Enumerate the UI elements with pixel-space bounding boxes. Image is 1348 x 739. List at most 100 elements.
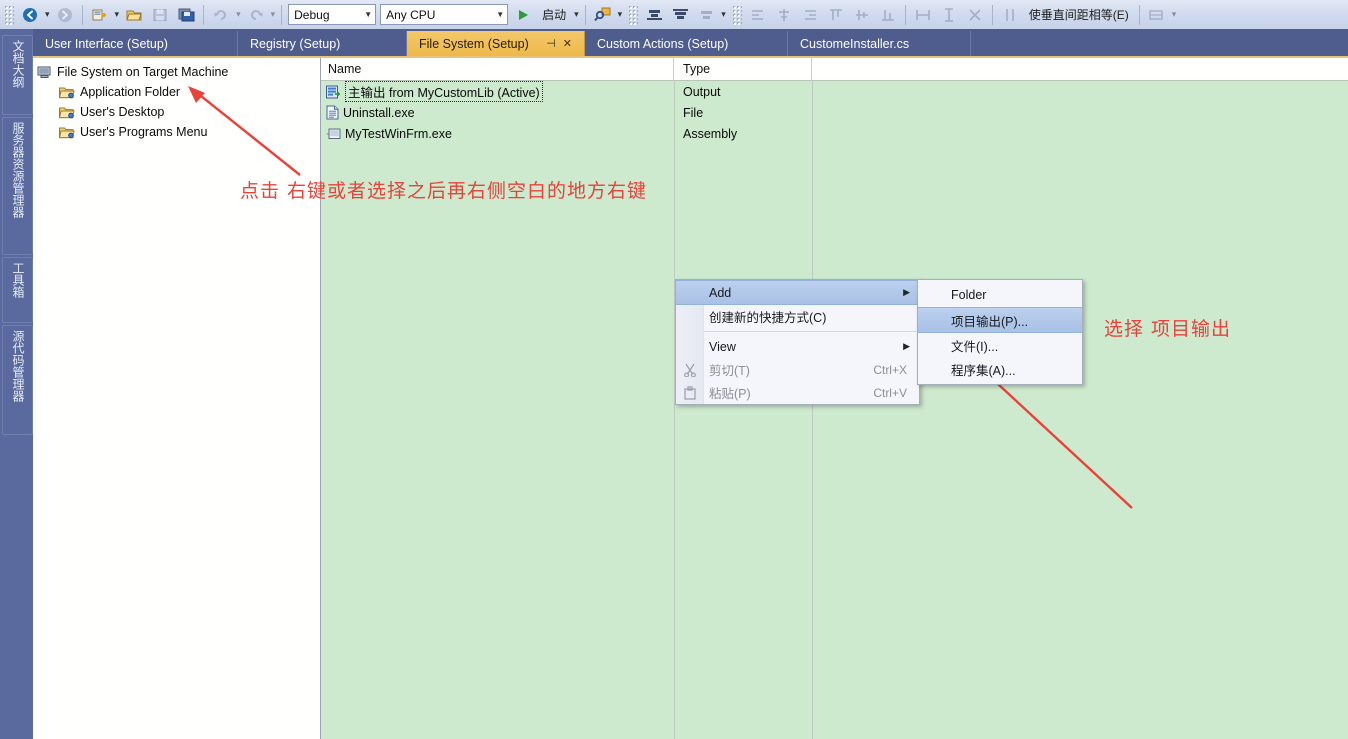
toolbar-grip[interactable] <box>628 5 638 25</box>
navigate-forward-icon[interactable] <box>53 3 77 27</box>
toolbar-separator <box>1139 5 1140 25</box>
align-middle-icon[interactable] <box>642 3 666 27</box>
paste-icon <box>676 381 703 404</box>
project-output-icon <box>326 85 341 99</box>
tab-order-icon[interactable] <box>1145 3 1169 27</box>
tree-root-label: File System on Target Machine <box>57 65 228 79</box>
toolbar-grip[interactable] <box>4 5 14 25</box>
tree-item-label: Application Folder <box>80 85 180 99</box>
redo-dropdown[interactable]: ▾ <box>269 9 278 20</box>
start-debug-icon[interactable] <box>511 3 535 27</box>
tab-custome-installer-cs[interactable]: CustomeInstaller.cs <box>788 31 971 56</box>
context-menu-item-add[interactable]: Add ▶ <box>676 280 919 305</box>
navigate-back-icon[interactable] <box>18 3 42 27</box>
start-button-label[interactable]: 启动 <box>536 6 572 23</box>
tree-item-users-programs-menu[interactable]: User's Programs Menu <box>33 122 320 142</box>
row-name-cell: MyTestWinFrm.exe <box>321 127 674 141</box>
column-divider-name[interactable] <box>674 80 675 739</box>
redo-icon[interactable] <box>244 3 268 27</box>
tree-root-target-machine[interactable]: File System on Target Machine <box>33 62 320 82</box>
submenu-item-label: Folder <box>951 288 986 302</box>
target-machine-icon <box>37 66 52 79</box>
folder-icon <box>59 106 75 119</box>
sidebar-tab-server-explorer[interactable]: 服务器资源管理器 <box>2 117 33 255</box>
main-toolbar: ▾ ▾ ▾ ▾ Debug ▼ Any CPU ▼ 启动 ▾ ▾ <box>0 0 1348 30</box>
start-dropdown[interactable]: ▾ <box>572 9 581 20</box>
tab-registry-setup[interactable]: Registry (Setup) <box>238 31 407 56</box>
pin-icon[interactable]: ⊣ <box>546 37 556 50</box>
make-same-size-icon[interactable] <box>963 3 987 27</box>
assembly-icon <box>326 128 341 140</box>
vertical-spacing-label[interactable]: 使垂直间距相等(E) <box>1023 6 1135 23</box>
align-bottom-v-icon[interactable] <box>876 3 900 27</box>
submenu-item-project-output[interactable]: 项目输出(P)... <box>918 307 1082 333</box>
sidebar-tab-label: 源代码管理器 <box>3 326 32 406</box>
toolbar-separator <box>203 5 204 25</box>
sidebar-tab-source-control[interactable]: 源代码管理器 <box>2 325 33 435</box>
make-same-height-icon[interactable] <box>937 3 961 27</box>
align-center-icon[interactable] <box>694 3 718 27</box>
context-menu-item-label: 创建新的快捷方式(C) <box>703 307 919 326</box>
sidebar-tab-document-outline[interactable]: 文档大纲 <box>2 35 33 115</box>
toolbar-separator <box>281 5 282 25</box>
navigate-back-dropdown[interactable]: ▾ <box>43 9 52 20</box>
close-icon[interactable]: ✕ <box>563 37 572 50</box>
submenu-item-folder[interactable]: Folder <box>918 283 1082 307</box>
context-menu-item-view[interactable]: View ▶ <box>676 335 919 358</box>
submenu-item-file[interactable]: 文件(I)... <box>918 333 1082 357</box>
align-center-h-icon[interactable] <box>772 3 796 27</box>
file-system-tree-panel[interactable]: File System on Target Machine Applicatio… <box>33 58 321 739</box>
save-all-icon[interactable] <box>174 3 198 27</box>
vertical-spacing-icon[interactable] <box>998 3 1022 27</box>
submenu-item-label: 程序集(A)... <box>951 360 1016 379</box>
sidebar-tab-toolbox[interactable]: 工具箱 <box>2 257 33 323</box>
open-file-icon[interactable] <box>122 3 146 27</box>
menu-item-icon-slot <box>676 305 703 328</box>
table-row[interactable]: MyTestWinFrm.exe Assembly <box>321 123 1348 144</box>
table-row[interactable]: 主输出 from MyCustomLib (Active) Output <box>321 81 1348 102</box>
context-menu-item-shortcut: Ctrl+X <box>873 363 919 377</box>
toolbar-grip[interactable] <box>732 5 742 25</box>
undo-icon[interactable] <box>209 3 233 27</box>
align-middle-v-icon[interactable] <box>850 3 874 27</box>
tree-item-users-desktop[interactable]: User's Desktop <box>33 102 320 122</box>
new-project-icon[interactable] <box>88 3 112 27</box>
tab-user-interface-setup[interactable]: User Interface (Setup) <box>33 31 238 56</box>
configuration-combo[interactable]: Debug ▼ <box>288 4 376 25</box>
tab-order-dropdown[interactable]: ▾ <box>1170 9 1179 20</box>
row-name-label[interactable]: 主输出 from MyCustomLib (Active) <box>345 81 543 102</box>
context-menu-item-shortcut: Ctrl+V <box>873 386 919 400</box>
vertical-tool-sidebar: 文档大纲 服务器资源管理器 工具箱 源代码管理器 <box>0 29 34 739</box>
menu-item-icon-slot <box>676 335 703 358</box>
tab-custom-actions-setup[interactable]: Custom Actions (Setup) <box>585 31 788 56</box>
align-dropdown[interactable]: ▾ <box>719 9 728 20</box>
table-row[interactable]: Uninstall.exe File <box>321 102 1348 123</box>
row-name-label[interactable]: Uninstall.exe <box>343 106 415 120</box>
undo-dropdown[interactable]: ▾ <box>234 9 243 20</box>
context-menu[interactable]: Add ▶ 创建新的快捷方式(C) View ▶ 剪切(T) Ctrl+X 粘贴… <box>675 279 920 405</box>
context-menu-item-label: 粘贴(P) <box>703 383 873 402</box>
make-same-width-icon[interactable] <box>911 3 935 27</box>
find-icon[interactable] <box>591 3 615 27</box>
sidebar-tab-label: 服务器资源管理器 <box>3 118 32 222</box>
save-icon[interactable] <box>148 3 172 27</box>
new-project-dropdown[interactable]: ▾ <box>113 9 122 20</box>
tab-label: Custom Actions (Setup) <box>597 37 728 51</box>
align-right-icon[interactable] <box>798 3 822 27</box>
tab-label: File System (Setup) <box>419 37 529 51</box>
column-header-type[interactable]: Type <box>674 58 812 80</box>
column-header-name[interactable]: Name <box>321 58 674 80</box>
context-menu-item-create-shortcut[interactable]: 创建新的快捷方式(C) <box>676 305 919 328</box>
align-bottom-icon[interactable] <box>668 3 692 27</box>
platform-combo[interactable]: Any CPU ▼ <box>380 4 508 25</box>
find-dropdown[interactable]: ▾ <box>616 9 625 20</box>
column-divider-type[interactable] <box>812 80 813 739</box>
tree-item-application-folder[interactable]: Application Folder <box>33 82 320 102</box>
align-top-icon[interactable] <box>824 3 848 27</box>
submenu-item-assembly[interactable]: 程序集(A)... <box>918 357 1082 381</box>
sidebar-tab-label: 工具箱 <box>3 258 32 302</box>
align-left-icon[interactable] <box>746 3 770 27</box>
row-name-label[interactable]: MyTestWinFrm.exe <box>345 127 452 141</box>
context-submenu-add[interactable]: Folder 项目输出(P)... 文件(I)... 程序集(A)... <box>917 279 1083 385</box>
tab-file-system-setup[interactable]: File System (Setup) ⊣ ✕ <box>407 31 585 56</box>
